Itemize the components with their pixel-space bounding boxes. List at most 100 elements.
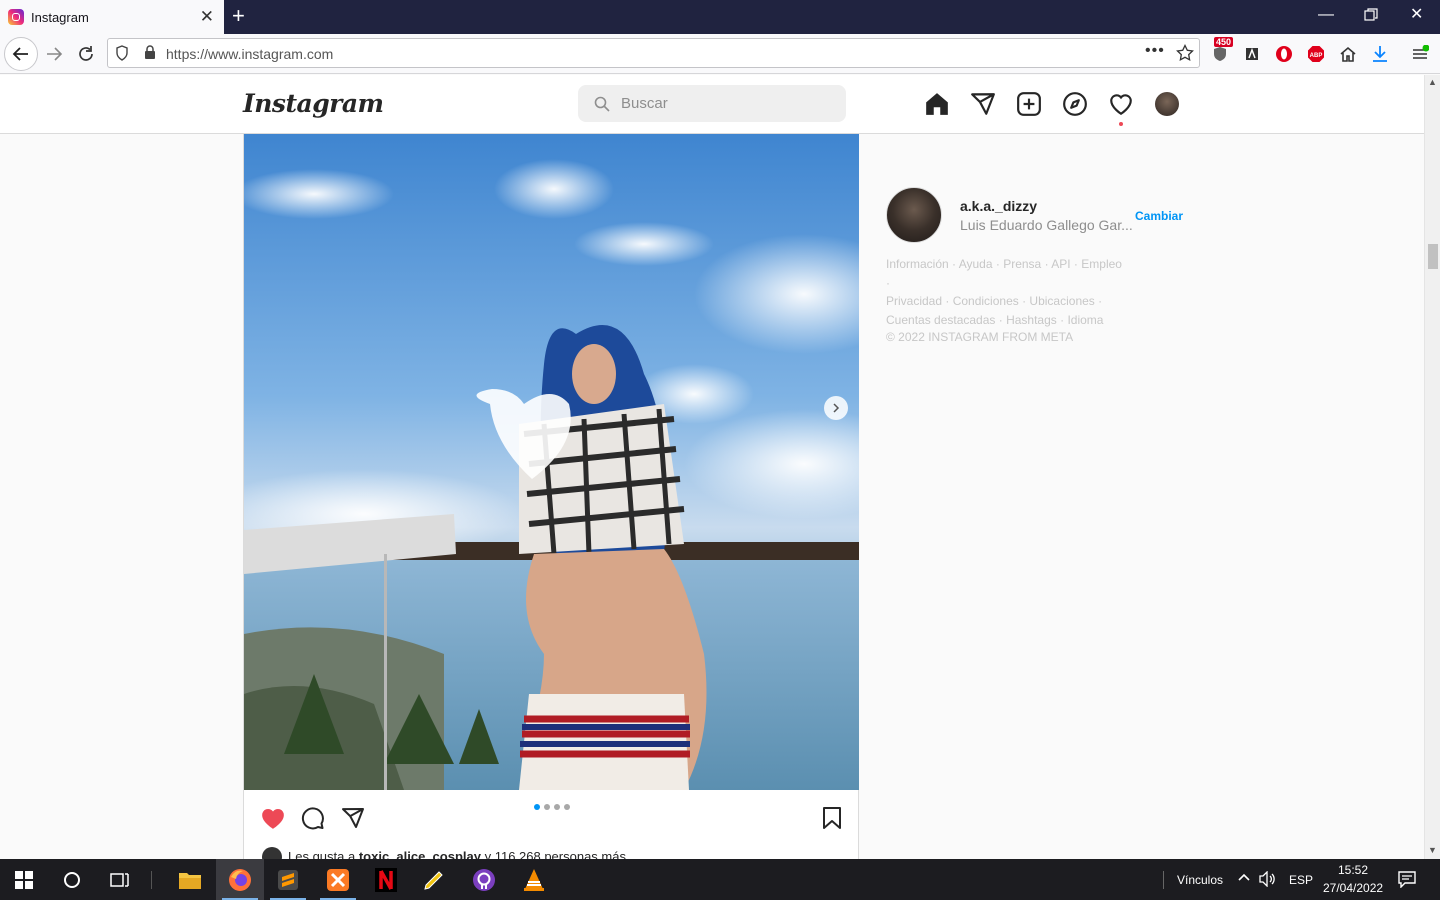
liker-avatar[interactable] <box>262 847 282 859</box>
search-circle-button[interactable] <box>48 859 96 900</box>
carousel-next-button[interactable] <box>824 396 848 420</box>
like-button[interactable] <box>260 806 286 835</box>
footer-link[interactable]: Condiciones <box>953 294 1019 308</box>
downloads-icon[interactable] <box>1370 44 1390 64</box>
tray-separator <box>1163 871 1164 889</box>
task-view-icon <box>110 872 129 887</box>
profile-avatar[interactable] <box>1155 92 1179 116</box>
home-button-icon[interactable] <box>1338 44 1358 64</box>
forward-button[interactable] <box>42 42 66 66</box>
start-button[interactable] <box>0 859 48 900</box>
restore-icon[interactable] <box>1364 8 1378 27</box>
likes-summary: Les gusta a toxic_alice_cosplay y 116.26… <box>288 849 626 859</box>
scroll-up-icon[interactable]: ▲ <box>1428 77 1437 87</box>
post-image[interactable] <box>244 134 859 790</box>
carousel-indicators <box>534 804 570 810</box>
taskbar-sublime[interactable] <box>264 859 312 900</box>
liker-username[interactable]: toxic_alice_cosplay <box>359 849 481 859</box>
switch-account-link[interactable]: Cambiar <box>1135 209 1183 223</box>
reload-button[interactable] <box>74 42 98 66</box>
sidebar-username[interactable]: a.k.a._dizzy <box>960 198 1037 214</box>
notification-dot <box>1119 122 1123 126</box>
url-bar[interactable]: https://www.instagram.com ••• <box>107 38 1200 68</box>
home-icon[interactable] <box>924 91 950 117</box>
language-indicator[interactable]: ESP <box>1289 873 1313 887</box>
browser-tab-bar: Instagram ✕ + — ✕ <box>0 0 1440 34</box>
links-toolbar-label[interactable]: Vínculos <box>1177 873 1223 887</box>
carousel-dot <box>564 804 570 810</box>
footer-link[interactable]: Empleo <box>1081 257 1122 271</box>
close-window-icon[interactable]: ✕ <box>1410 6 1423 24</box>
search-box[interactable]: Buscar <box>578 85 846 122</box>
footer-link[interactable]: Cuentas destacadas <box>886 313 995 327</box>
taskbar-xampp[interactable] <box>314 859 362 900</box>
browser-nav-bar: https://www.instagram.com ••• 450 ABP <box>0 34 1440 74</box>
new-post-icon[interactable] <box>1016 91 1042 117</box>
footer-link[interactable]: Privacidad <box>886 294 942 308</box>
taskbar-vlc[interactable] <box>510 859 558 900</box>
instagram-header: Instagram Buscar <box>0 75 1424 134</box>
vertical-scrollbar[interactable]: ▲ ▼ <box>1424 75 1440 859</box>
lock-icon[interactable] <box>144 45 156 65</box>
chevron-right-icon <box>833 403 840 413</box>
shield-icon[interactable] <box>115 45 129 66</box>
clock-date[interactable]: 27/04/2022 <box>1323 881 1383 895</box>
page-actions-icon[interactable]: ••• <box>1145 42 1165 60</box>
user-avatar[interactable] <box>886 187 942 243</box>
extension-puzzle-icon[interactable] <box>1242 44 1262 64</box>
pencil-app-icon <box>424 870 443 890</box>
taskbar-github[interactable] <box>460 859 508 900</box>
save-button[interactable] <box>821 806 843 835</box>
opera-extension-icon[interactable] <box>1274 44 1294 64</box>
post-photo-illustration <box>244 159 859 790</box>
instagram-logo[interactable]: Instagram <box>243 89 384 118</box>
back-button[interactable] <box>4 37 38 71</box>
taskbar-file-explorer[interactable] <box>166 859 214 900</box>
footer-link[interactable]: Ubicaciones <box>1029 294 1094 308</box>
footer-link[interactable]: Idioma <box>1067 313 1103 327</box>
scrollbar-thumb[interactable] <box>1428 244 1438 269</box>
taskbar-netflix[interactable] <box>362 859 410 900</box>
footer-link[interactable]: Ayuda <box>959 257 993 271</box>
footer-link[interactable]: API <box>1051 257 1070 271</box>
menu-hamburger-icon[interactable] <box>1410 44 1430 64</box>
volume-icon[interactable] <box>1259 870 1277 892</box>
search-icon <box>594 96 610 117</box>
explore-icon[interactable] <box>1062 91 1088 117</box>
sublime-text-icon <box>278 869 298 890</box>
likes-suffix: y 116.268 personas más <box>480 849 626 859</box>
footer-link[interactable]: Prensa <box>1003 257 1041 271</box>
notifications-icon[interactable] <box>1398 870 1416 893</box>
chevron-up-icon[interactable] <box>1237 870 1251 887</box>
scroll-down-icon[interactable]: ▼ <box>1428 845 1437 855</box>
taskbar-app-pencil[interactable] <box>410 859 458 900</box>
close-tab-icon[interactable]: ✕ <box>200 8 214 25</box>
footer-link[interactable]: Hashtags <box>1006 313 1057 327</box>
browser-tab[interactable]: Instagram ✕ <box>0 0 224 34</box>
activity-heart-icon[interactable] <box>1108 91 1134 126</box>
bookmark-star-icon[interactable] <box>1176 43 1194 67</box>
vlc-icon <box>524 868 544 891</box>
carousel-dot <box>554 804 560 810</box>
extension-shield-icon[interactable]: 450 <box>1210 37 1234 64</box>
xampp-icon <box>327 868 349 891</box>
direct-icon[interactable] <box>970 91 996 117</box>
tab-title: Instagram <box>31 9 89 25</box>
likes-prefix: Les gusta a <box>288 849 359 859</box>
task-view-button[interactable] <box>96 859 144 900</box>
adblock-icon[interactable]: ABP <box>1306 44 1326 64</box>
extension-badge: 450 <box>1214 37 1234 47</box>
footer-link[interactable]: Información <box>886 257 949 271</box>
share-button[interactable] <box>341 806 365 835</box>
new-tab-icon[interactable]: + <box>232 5 245 27</box>
windows-taskbar: Vínculos ESP 15:52 27/04/2022 <box>0 859 1440 900</box>
bookmark-icon <box>823 807 841 829</box>
clock-time[interactable]: 15:52 <box>1338 863 1368 877</box>
share-icon <box>342 808 364 828</box>
minimize-icon[interactable]: — <box>1318 6 1334 24</box>
comment-button[interactable] <box>301 806 325 835</box>
taskbar-firefox[interactable] <box>216 859 264 900</box>
footer-links: Información · Ayuda · Prensa · API · Emp… <box>886 257 1122 327</box>
instagram-favicon-icon <box>8 9 24 25</box>
url-text: https://www.instagram.com <box>166 46 334 62</box>
